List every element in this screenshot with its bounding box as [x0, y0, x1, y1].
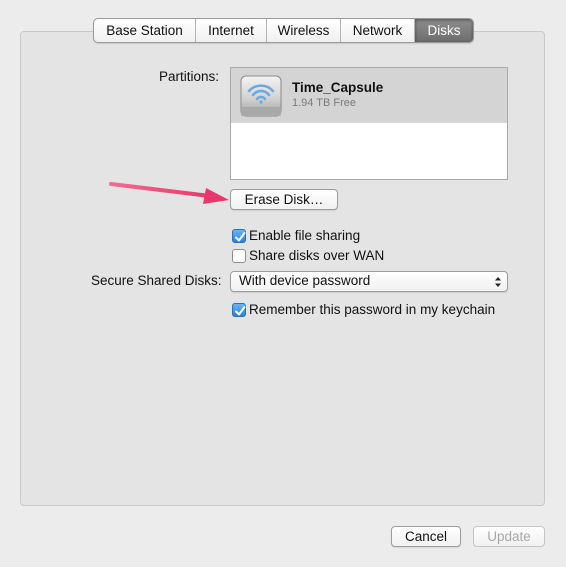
partition-row[interactable]: Time_Capsule 1.94 TB Free: [231, 68, 507, 123]
secure-disks-label: Secure Shared Disks:: [91, 273, 222, 288]
secure-disks-select[interactable]: With device password: [230, 271, 508, 292]
pointer-arrow-icon: [109, 182, 229, 204]
erase-disk-button[interactable]: Erase Disk…: [230, 189, 338, 210]
update-button[interactable]: Update: [473, 526, 545, 547]
partition-free-space: 1.94 TB Free: [292, 97, 356, 109]
tab-base-station[interactable]: Base Station: [94, 19, 196, 42]
partitions-list[interactable]: Time_Capsule 1.94 TB Free: [230, 67, 508, 180]
partitions-label: Partitions:: [159, 69, 220, 84]
share-wan-checkbox[interactable]: [232, 249, 246, 263]
file-sharing-label: Enable file sharing: [249, 228, 361, 243]
share-wan-label: Share disks over WAN: [249, 248, 385, 263]
remember-password-label: Remember this password in my keychain: [249, 302, 496, 317]
file-sharing-checkbox[interactable]: [232, 229, 246, 243]
updown-arrows-icon: [495, 277, 501, 287]
partition-name: Time_Capsule: [292, 80, 384, 95]
tab-disks[interactable]: Disks: [415, 19, 473, 42]
tab-bar: Base Station Internet Wireless Network D…: [93, 18, 474, 43]
cancel-button[interactable]: Cancel: [391, 526, 461, 547]
tab-wireless[interactable]: Wireless: [267, 19, 341, 42]
secure-disks-value: With device password: [239, 273, 371, 288]
tab-internet[interactable]: Internet: [196, 19, 267, 42]
tab-network[interactable]: Network: [341, 19, 415, 42]
remember-password-checkbox[interactable]: [232, 303, 246, 317]
wifi-disk-icon: [240, 75, 282, 117]
